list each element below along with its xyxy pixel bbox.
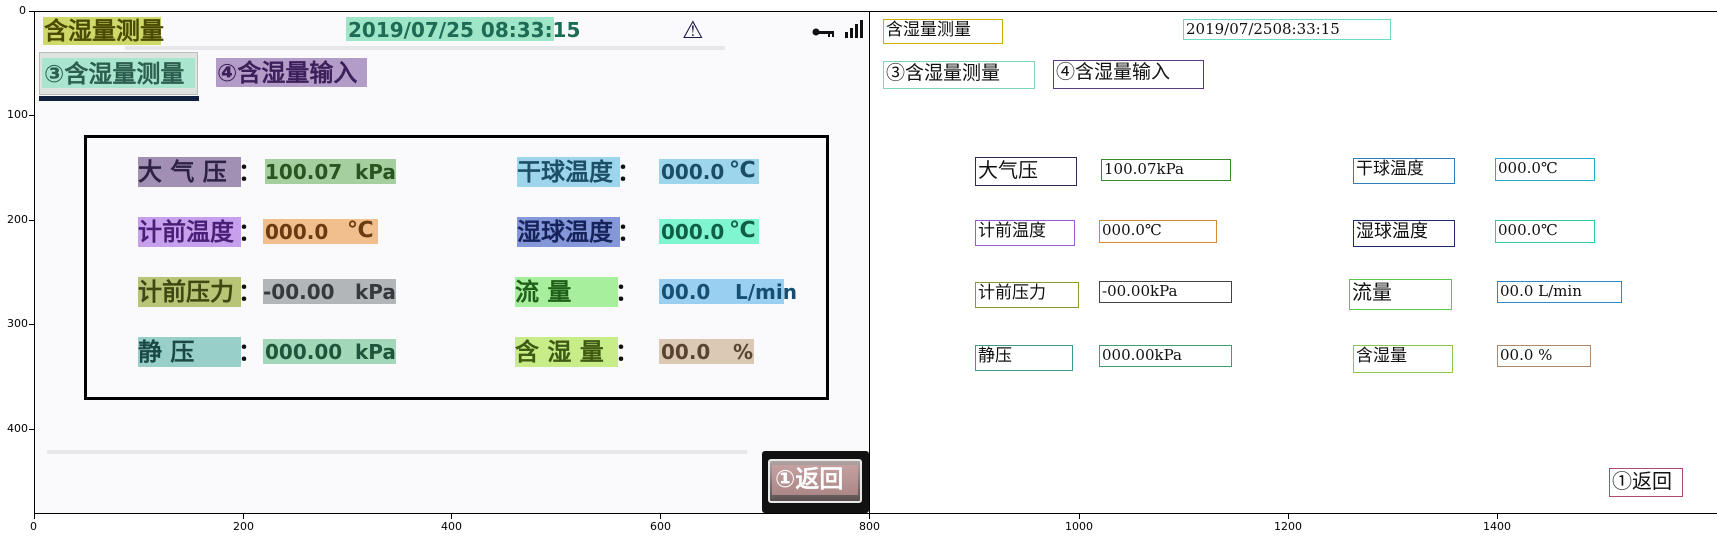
moisture-content-unit: % [733,340,754,364]
x-tickmark [1497,514,1498,519]
signal-icon [845,20,863,38]
atm-pressure-value: 100.07 [265,160,343,184]
ann-tab-input: ④含湿量输入 [1053,60,1204,89]
y-tick-label: 200 [7,213,28,226]
x-tick-label: 400 [441,520,462,533]
ann-flow-label: 流量 [1349,279,1452,310]
y-tick-label: 300 [7,317,28,330]
x-tickmark [869,514,870,519]
ann-pre-temp-label: 计前温度 [975,220,1075,246]
annotation-canvas: 含湿量测量 2019/07/2508:33:15 ③含湿量测量 ④含湿量输入 大… [871,12,1716,513]
pre-meter-temp-unit: ℃ [347,218,374,243]
y-tickmark [29,115,34,116]
ann-atm-value: 100.07kPa [1101,159,1231,181]
wet-bulb-label: 湿球温度 [517,218,613,246]
y-tick-label: 0 [19,4,26,17]
ann-wet-label: 湿球温度 [1353,220,1455,247]
colon: ： [238,218,262,246]
x-tickmark [243,514,244,519]
ann-pre-press-value: -00.00kPa [1099,281,1232,303]
hmi-screen: 含湿量测量 2019/07/25 08:33:15 ⚠ ③含湿量测量 ④含湿量输… [35,12,869,513]
ann-pre-temp-value: 000.0℃ [1099,220,1217,243]
return-button[interactable]: ①返回 [762,451,869,513]
x-tickmark [1288,514,1289,519]
flow-label: 流 量 [515,278,572,306]
wet-bulb-value: 000.0 [661,220,725,244]
static-pressure-label: 静 压 [138,338,195,366]
ann-atm-label: 大气压 [975,157,1077,186]
footer-divider [47,450,747,454]
ann-dry-value: 000.0℃ [1495,158,1595,181]
colon: ： [615,278,639,306]
atm-pressure-label: 大 气 压 [138,158,227,186]
y-tickmark [29,429,34,430]
tab-measure[interactable]: ③含湿量测量 [39,52,198,95]
ann-tab-measure: ③含湿量测量 [883,61,1035,89]
x-tick-label: 1400 [1483,520,1511,533]
x-tickmark [1079,514,1080,519]
x-tickmark [660,514,661,519]
ann-static-value: 000.00kPa [1099,345,1232,367]
y-tickmark [29,11,34,12]
ann-pre-press-label: 计前压力 [975,282,1079,308]
colon: ： [617,218,641,246]
wet-bulb-unit: ℃ [729,218,756,243]
x-tick-label: 1000 [1065,520,1093,533]
y-tickmark [29,324,34,325]
moisture-content-label: 含 湿 量 [515,338,604,366]
ann-wet-value: 000.0℃ [1495,220,1595,243]
tab-measure-label: ③含湿量测量 [44,60,185,88]
datetime-display: 2019/07/25 08:33:15 [348,18,581,42]
warning-icon[interactable]: ⚠ [682,18,704,42]
ann-dry-label: 干球温度 [1353,158,1455,184]
header-divider [125,46,725,50]
x-tick-label: 0 [30,520,37,533]
x-tick-label: 1200 [1274,520,1302,533]
x-tickmark [34,514,35,519]
colon: ： [615,338,639,366]
ann-return-button: ①返回 [1609,468,1683,497]
x-tick-label: 200 [233,520,254,533]
colon: ： [238,158,262,186]
ann-static-label: 静压 [975,345,1073,371]
dry-bulb-label: 干球温度 [517,158,613,186]
atm-pressure-unit: kPa [355,160,396,184]
tab-input[interactable]: ④含湿量输入 [217,61,357,85]
x-tickmark [451,514,452,519]
key-icon [812,28,834,37]
pre-meter-temp-value: 000.0 [265,220,329,244]
ann-moist-label: 含湿量 [1353,345,1453,373]
tab-measure-active-bar [39,96,199,101]
flow-unit: L/min [735,280,797,304]
y-tickmark [29,220,34,221]
pre-meter-temp-label: 计前温度 [138,218,234,246]
y-tick-label: 400 [7,422,28,435]
dry-bulb-value: 000.0 [661,160,725,184]
x-tick-label: 800 [859,520,880,533]
ann-flow-value: 00.0 L/min [1497,281,1622,303]
y-tick-label: 100 [7,108,28,121]
ann-moist-value: 00.0 % [1497,345,1591,367]
return-button-label: ①返回 [775,465,844,493]
static-pressure-unit: kPa [355,340,396,364]
moisture-content-value: 00.0 [661,340,711,364]
ann-datetime: 2019/07/2508:33:15 [1183,19,1391,40]
ann-title: 含湿量测量 [883,19,1003,44]
pre-meter-pressure-unit: kPa [355,280,396,304]
dry-bulb-unit: ℃ [729,158,756,183]
colon: ： [238,338,262,366]
static-pressure-value: 000.00 [265,340,343,364]
flow-value: 00.0 [661,280,711,304]
colon: ： [617,158,641,186]
colon: ： [238,278,262,306]
pre-meter-pressure-label: 计前压力 [138,278,234,306]
page-title: 含湿量测量 [44,17,164,45]
pre-meter-pressure-value: -00.00 [263,280,335,304]
x-tick-label: 600 [650,520,671,533]
